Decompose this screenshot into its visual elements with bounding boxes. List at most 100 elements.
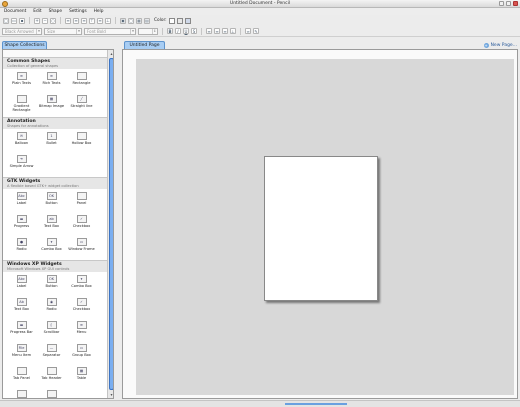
shape-item[interactable]: Tab Header xyxy=(37,366,66,388)
shape-item[interactable]: ▾ Combo Box xyxy=(67,274,96,296)
stroke-color-swatch[interactable] xyxy=(184,17,191,24)
shape-label: Button xyxy=(45,284,58,288)
strike-icon[interactable]: S xyxy=(191,28,197,34)
shape-item[interactable]: File Menu Item xyxy=(7,343,36,365)
shape-item[interactable]: Table Header xyxy=(7,389,36,398)
shape-item[interactable]: 1 Bullet xyxy=(37,131,66,153)
menu-shape[interactable]: Shape xyxy=(49,9,62,14)
send-back-icon[interactable]: ▢ xyxy=(128,17,134,24)
collection-header[interactable]: GTK Widgets A flexible based GTK+ widget … xyxy=(3,177,107,189)
shape-item[interactable]: ▯ Scrollbar xyxy=(37,320,66,342)
scroll-up-icon[interactable]: ▴ xyxy=(109,51,113,56)
save-icon[interactable]: ▪ xyxy=(19,17,25,24)
shape-label: Balloon xyxy=(14,141,29,145)
toolbar-separator xyxy=(60,17,61,24)
menu-help[interactable]: Help xyxy=(94,9,104,14)
align-left-icon[interactable]: ≡ xyxy=(65,17,71,24)
group-icon[interactable]: ▦ xyxy=(136,17,142,24)
shape-icon: ≡ xyxy=(46,72,57,80)
align-middle-icon[interactable]: ≡ xyxy=(97,17,103,24)
close-button[interactable] xyxy=(513,1,518,6)
shape-item[interactable]: ab Text Box xyxy=(37,214,66,236)
bring-front-icon[interactable]: ▣ xyxy=(120,17,126,24)
shape-item[interactable]: ▦ Table xyxy=(67,366,96,388)
align-right-icon[interactable]: ≡ xyxy=(81,17,87,24)
font-size-select[interactable]: Size ▾ xyxy=(44,27,82,35)
shape-item[interactable]: ▦ Bitmap Image xyxy=(37,94,66,116)
shape-item[interactable]: Abc Label xyxy=(7,274,36,296)
shape-item[interactable]: ▭ Group Box xyxy=(67,343,96,365)
bold-icon[interactable]: B xyxy=(167,28,173,34)
open-icon[interactable]: ▭ xyxy=(11,17,17,24)
properties-icon[interactable]: ✎ xyxy=(253,28,259,34)
panel-scrollbar[interactable]: ▴ ▾ xyxy=(107,50,113,398)
align-center-icon[interactable]: ≡ xyxy=(73,17,79,24)
valign-icon[interactable]: ⊥ xyxy=(230,28,236,34)
menu-bar: Document Edit Shape Settings Help xyxy=(0,8,520,15)
minimize-button[interactable] xyxy=(499,1,504,6)
shape-item[interactable]: ✉ Balloon xyxy=(7,131,36,153)
shape-item[interactable]: Window xyxy=(37,389,66,398)
menu-edit[interactable]: Edit xyxy=(33,9,41,14)
font-style-select[interactable]: Font Bold ▾ xyxy=(84,27,136,35)
menu-document[interactable]: Document xyxy=(4,9,26,14)
shape-item[interactable]: ▭ Window Frame xyxy=(67,237,96,259)
link-icon[interactable]: ∞ xyxy=(245,28,251,34)
collection-header[interactable]: Windows XP Widgets Microsoft Windows XP G… xyxy=(3,260,107,272)
new-document-icon[interactable]: □ xyxy=(3,17,9,24)
ungroup-icon[interactable]: ▤ xyxy=(144,17,150,24)
spin-field[interactable]: ↕ xyxy=(138,27,158,35)
shape-item[interactable]: ≡ Menu xyxy=(67,320,96,342)
zoom-in-icon[interactable]: + xyxy=(34,17,40,24)
text-align-left-icon[interactable]: ≡ xyxy=(206,28,212,34)
shape-label: Progress Bar xyxy=(10,330,33,334)
shape-item[interactable]: ▾ Combo Box xyxy=(37,237,66,259)
shape-item[interactable]: ≡ Rich Texts xyxy=(37,71,66,93)
new-page-button[interactable]: + New Page... xyxy=(483,43,517,48)
shape-item[interactable]: ◉ Radio xyxy=(37,297,66,319)
shape-item[interactable]: — Separator xyxy=(37,343,66,365)
font-family-select[interactable]: Black Arrowed ▾ xyxy=(2,27,42,35)
toolbar-separator xyxy=(201,27,202,35)
shape-item[interactable]: Hollow Box xyxy=(67,131,96,153)
italic-icon[interactable]: I xyxy=(175,28,181,34)
shape-item[interactable]: Panel xyxy=(67,191,96,213)
shape-item[interactable]: Tab Panel xyxy=(7,366,36,388)
scroll-down-icon[interactable]: ▾ xyxy=(109,392,113,397)
shape-item[interactable]: Abc Label xyxy=(7,191,36,213)
scroll-thumb[interactable] xyxy=(109,58,113,390)
shape-item[interactable]: OK Button xyxy=(37,191,66,213)
shape-item[interactable]: ▬ Progress Bar xyxy=(7,320,36,342)
zoom-fit-icon[interactable]: ○ xyxy=(50,17,56,24)
text-color-swatch[interactable] xyxy=(168,17,175,24)
shape-item[interactable]: ✓ Checkbox xyxy=(67,297,96,319)
shape-icon: ▦ xyxy=(46,95,57,103)
shape-item[interactable]: Rectangle xyxy=(67,71,96,93)
shape-item[interactable]: ✓ Checkbox xyxy=(67,214,96,236)
collection-header[interactable]: Annotation Shapes for annotations xyxy=(3,117,107,129)
blank-page[interactable] xyxy=(264,156,378,301)
underline-icon[interactable]: U xyxy=(183,28,189,34)
tab-untitled-page[interactable]: Untitled Page xyxy=(124,41,165,49)
shape-item[interactable]: OK Button xyxy=(37,274,66,296)
shape-item[interactable]: ▬ Progress xyxy=(7,214,36,236)
text-align-center-icon[interactable]: ≡ xyxy=(214,28,220,34)
tab-shape-collections[interactable]: Shape Collections xyxy=(2,41,47,49)
zoom-out-icon[interactable]: − xyxy=(42,17,48,24)
shape-item[interactable]: ≡ Plain Texts xyxy=(7,71,36,93)
canvas[interactable] xyxy=(136,59,514,395)
shape-item[interactable]: Gradient Rectangle xyxy=(7,94,36,116)
shape-item[interactable]: ➜ Simple Arrow xyxy=(7,154,36,176)
shape-item[interactable]: ╱ Straight line xyxy=(67,94,96,116)
shape-label: Table xyxy=(76,376,87,380)
maximize-button[interactable] xyxy=(506,1,511,6)
align-top-icon[interactable]: ⊤ xyxy=(89,17,95,24)
shape-item[interactable]: Ab Text Box xyxy=(7,297,36,319)
align-bottom-icon[interactable]: ⊥ xyxy=(105,17,111,24)
shape-item[interactable]: ● Radio xyxy=(7,237,36,259)
shape-icon: ● xyxy=(16,238,27,246)
collection-header[interactable]: Common Shapes Collection of general shape… xyxy=(3,57,107,69)
text-align-right-icon[interactable]: ≡ xyxy=(222,28,228,34)
menu-settings[interactable]: Settings xyxy=(69,9,87,14)
fill-color-swatch[interactable] xyxy=(176,17,183,24)
